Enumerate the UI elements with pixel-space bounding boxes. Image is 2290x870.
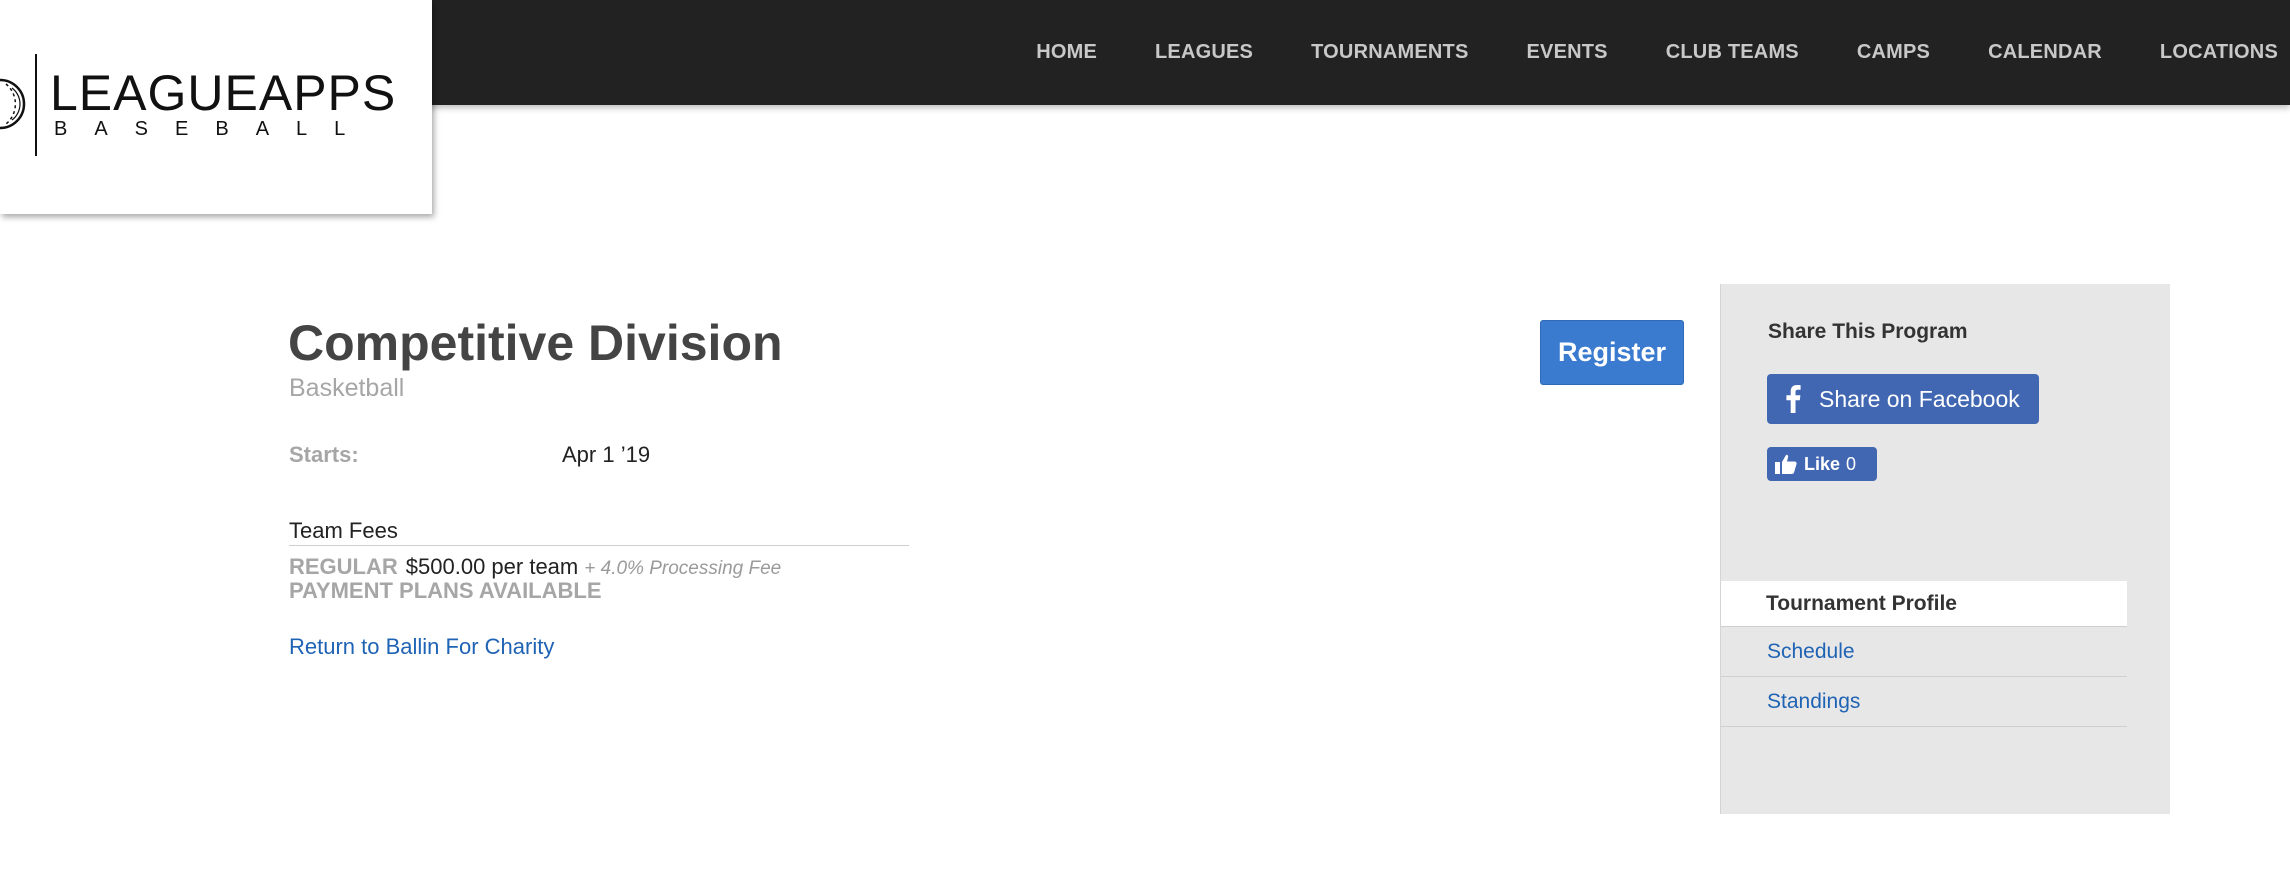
nav-item-events[interactable]: EVENTS [1527,41,1608,64]
starts-value: Apr 1 ’19 [562,442,651,467]
logo-title: LEAGUEAPPS [50,65,397,121]
nav-item-locations[interactable]: LOCATIONS [2160,41,2278,64]
facebook-like-button[interactable]: Like 0 [1767,447,1877,481]
fee-line-regular: REGULAR $500.00 per team + 4.0% Processing… [289,554,781,580]
thumbs-up-icon [1775,454,1797,474]
facebook-share-button[interactable]: Share on Facebook [1767,374,2039,424]
site-logo[interactable]: LEAGUEAPPS BASEBALL [0,0,432,214]
processing-fee-note: + 4.0% Processing Fee [584,558,782,579]
facebook-icon [1783,384,1803,414]
nav-item-club-teams[interactable]: CLUB TEAMS [1666,41,1799,64]
like-label: Like [1804,453,1841,474]
fee-amount: $500.00 per team [405,554,579,579]
program-side-nav: Tournament Profile Schedule Standings [1721,581,2127,727]
side-nav-tournament-profile[interactable]: Tournament Profile [1721,581,2127,627]
side-nav-schedule[interactable]: Schedule [1721,627,2127,677]
baseball-icon [0,52,40,163]
sport-subtitle: Basketball [289,374,405,402]
share-title: Share This Program [1768,320,1968,343]
facebook-share-label: Share on Facebook [1819,385,2020,412]
nav-item-home[interactable]: HOME [1036,41,1097,64]
logo-subtitle: BASEBALL [54,118,373,140]
like-count: 0 [1846,453,1857,474]
side-nav-standings[interactable]: Standings [1721,677,2127,727]
register-button[interactable]: Register [1540,320,1684,385]
nav-item-leagues[interactable]: LEAGUES [1155,41,1253,64]
return-link[interactable]: Return to Ballin For Charity [289,634,554,660]
nav-item-calendar[interactable]: CALENDAR [1988,41,2102,64]
payment-plans-note: PAYMENT PLANS AVAILABLE [289,578,602,603]
team-fees-heading: Team Fees [289,518,909,546]
main-nav: HOME LEAGUES TOURNAMENTS EVENTS CLUB TEA… [978,0,2278,105]
fee-label: REGULAR [289,554,398,579]
nav-item-camps[interactable]: CAMPS [1857,41,1930,64]
page-title: Competitive Division [288,315,783,371]
nav-item-tournaments[interactable]: TOURNAMENTS [1311,41,1468,64]
starts-label: Starts: [289,442,359,467]
sidebar: Share This Program Share on Facebook Lik… [1720,284,2170,814]
